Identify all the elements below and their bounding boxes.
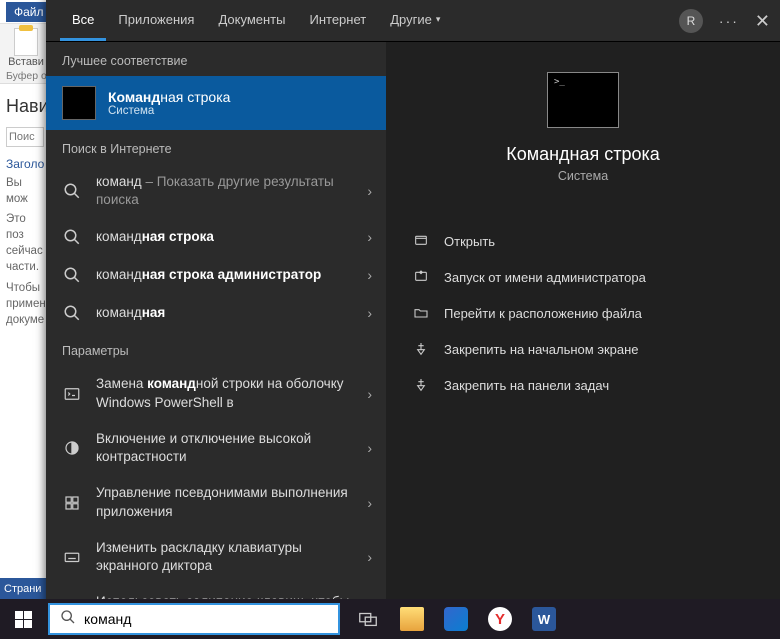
word-file-tab[interactable]: Файл bbox=[6, 2, 52, 22]
alias-setting-icon bbox=[62, 493, 82, 513]
chevron-right-icon: › bbox=[367, 440, 372, 456]
setting-result-text: Изменить раскладку клавиатуры экранного … bbox=[96, 539, 370, 575]
taskbar: Y W bbox=[0, 599, 780, 639]
action-pin-start[interactable]: Закрепить на начальном экране bbox=[386, 331, 780, 367]
chevron-down-icon: ▾ bbox=[436, 14, 441, 25]
task-view-button[interactable] bbox=[348, 599, 388, 639]
chevron-right-icon: › bbox=[367, 267, 372, 283]
folder-icon bbox=[412, 304, 430, 322]
action-pin-taskbar[interactable]: Закрепить на панели задач bbox=[386, 367, 780, 403]
pin-taskbar-icon bbox=[412, 376, 430, 394]
terminal-setting-icon bbox=[62, 384, 82, 404]
tab-all[interactable]: Все bbox=[60, 0, 106, 41]
action-open[interactable]: Открыть bbox=[386, 223, 780, 259]
search-filter-tabs: Все Приложения Документы Интернет Другие… bbox=[46, 0, 780, 42]
section-settings: Параметры bbox=[46, 332, 386, 366]
keyboard-setting-icon bbox=[62, 547, 82, 567]
best-match-item[interactable]: Командная строка Система bbox=[46, 76, 386, 130]
section-best-match: Лучшее соответствие bbox=[46, 42, 386, 76]
detail-title: Командная строка bbox=[506, 144, 660, 165]
detail-actions: Открыть Запуск от имени администратора П… bbox=[386, 223, 780, 403]
nav-text-2: Это поз сейчас части. bbox=[6, 211, 46, 275]
action-label: Закрепить на панели задач bbox=[444, 378, 609, 393]
setting-result-text: Замена командной строки на оболочку Wind… bbox=[96, 375, 370, 411]
search-icon bbox=[62, 227, 82, 247]
action-run-admin[interactable]: Запуск от имени администратора bbox=[386, 259, 780, 295]
detail-pane: Командная строка Система Открыть Запуск … bbox=[386, 42, 780, 612]
taskbar-search-box[interactable] bbox=[48, 603, 340, 635]
tab-more[interactable]: Другие▾ bbox=[378, 0, 452, 41]
taskbar-app-yandex[interactable]: Y bbox=[480, 599, 520, 639]
chevron-right-icon: › bbox=[367, 495, 372, 511]
chevron-right-icon: › bbox=[367, 386, 372, 402]
action-label: Запуск от имени администратора bbox=[444, 270, 646, 285]
nav-text-3: Чтобы примен докуме bbox=[6, 280, 46, 328]
web-result-text: командная строка администратор bbox=[96, 266, 370, 284]
chevron-right-icon: › bbox=[367, 305, 372, 321]
best-match-title: Командная строка bbox=[108, 89, 230, 105]
user-avatar[interactable]: R bbox=[679, 9, 703, 33]
tab-documents[interactable]: Документы bbox=[206, 0, 297, 41]
search-icon bbox=[60, 609, 76, 630]
admin-icon bbox=[412, 268, 430, 286]
more-options-icon[interactable]: ··· bbox=[719, 13, 739, 29]
open-icon bbox=[412, 232, 430, 250]
web-result-text: командная строка bbox=[96, 228, 370, 246]
detail-app-icon bbox=[547, 72, 619, 128]
web-result-1[interactable]: командная строка › bbox=[46, 218, 386, 256]
action-label: Открыть bbox=[444, 234, 495, 249]
pin-start-icon bbox=[412, 340, 430, 358]
web-result-3[interactable]: командная › bbox=[46, 294, 386, 332]
search-icon bbox=[62, 181, 82, 201]
nav-text-1: Вы мож bbox=[6, 175, 46, 207]
taskbar-app-word[interactable]: W bbox=[524, 599, 564, 639]
section-web-search: Поиск в Интернете bbox=[46, 130, 386, 164]
setting-result-1[interactable]: Включение и отключение высокой контрастн… bbox=[46, 421, 386, 475]
paste-icon[interactable] bbox=[14, 28, 38, 56]
start-button[interactable] bbox=[0, 599, 46, 639]
close-icon[interactable]: ✕ bbox=[755, 11, 770, 32]
action-label: Перейти к расположению файла bbox=[444, 306, 642, 321]
contrast-setting-icon bbox=[62, 438, 82, 458]
tab-web[interactable]: Интернет bbox=[297, 0, 378, 41]
taskbar-search-input[interactable] bbox=[84, 611, 328, 627]
tab-apps[interactable]: Приложения bbox=[106, 0, 206, 41]
taskbar-app-explorer[interactable] bbox=[392, 599, 432, 639]
windows-logo-icon bbox=[15, 611, 32, 628]
web-result-0[interactable]: команд – Показать другие результаты поис… bbox=[46, 164, 386, 218]
setting-result-0[interactable]: Замена командной строки на оболочку Wind… bbox=[46, 366, 386, 420]
setting-result-2[interactable]: Управление псевдонимами выполнения прило… bbox=[46, 475, 386, 529]
action-open-location[interactable]: Перейти к расположению файла bbox=[386, 295, 780, 331]
chevron-right-icon: › bbox=[367, 229, 372, 245]
web-result-text: команд – Показать другие результаты поис… bbox=[96, 173, 370, 209]
setting-result-3[interactable]: Изменить раскладку клавиатуры экранного … bbox=[46, 530, 386, 584]
results-list: Лучшее соответствие Командная строка Сис… bbox=[46, 42, 386, 612]
action-label: Закрепить на начальном экране bbox=[444, 342, 639, 357]
web-result-2[interactable]: командная строка администратор › bbox=[46, 256, 386, 294]
setting-result-text: Включение и отключение высокой контрастн… bbox=[96, 430, 370, 466]
detail-subtitle: Система bbox=[558, 169, 608, 183]
chevron-right-icon: › bbox=[367, 549, 372, 565]
search-icon bbox=[62, 303, 82, 323]
web-result-text: командная bbox=[96, 304, 370, 322]
chevron-right-icon: › bbox=[367, 183, 372, 199]
cmd-thumbnail-icon bbox=[62, 86, 96, 120]
search-icon bbox=[62, 265, 82, 285]
word-status-bar: Страни bbox=[0, 578, 46, 599]
start-search-panel: Все Приложения Документы Интернет Другие… bbox=[46, 0, 780, 612]
setting-result-text: Управление псевдонимами выполнения прило… bbox=[96, 484, 370, 520]
paste-label: Встави bbox=[8, 56, 44, 68]
nav-search-input[interactable] bbox=[6, 127, 44, 147]
taskbar-app-edge[interactable] bbox=[436, 599, 476, 639]
best-match-subtitle: Система bbox=[108, 105, 230, 117]
